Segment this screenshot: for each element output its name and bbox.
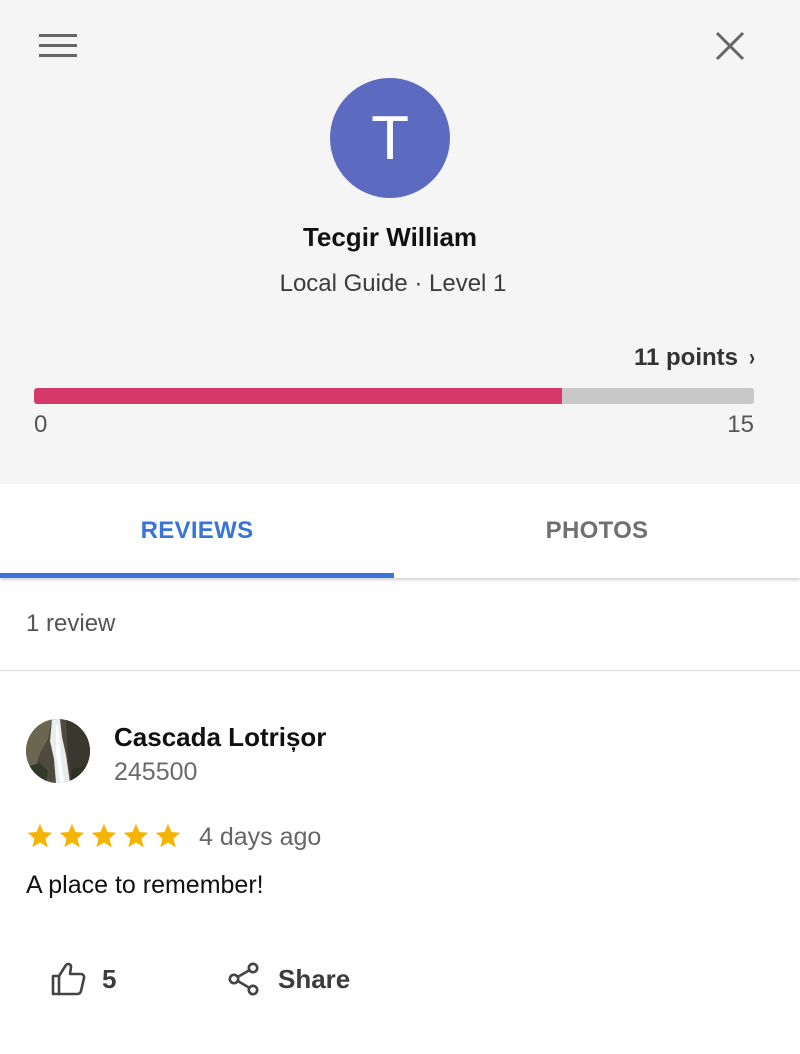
share-button[interactable]: Share — [228, 962, 350, 996]
tab-reviews-label: REVIEWS — [140, 517, 254, 544]
like-count: 5 — [102, 963, 117, 994]
star-icon — [91, 823, 117, 848]
points-progress-bar — [34, 388, 754, 404]
tab-reviews[interactable]: REVIEWS — [0, 484, 394, 578]
tab-photos-label: PHOTOS — [545, 517, 649, 544]
star-icon — [27, 823, 53, 848]
profile-header: T Tecgir William Local Guide · Level 1 1… — [0, 0, 800, 484]
tab-bar: REVIEWS PHOTOS — [0, 484, 800, 578]
place-thumbnail[interactable] — [26, 719, 90, 783]
tab-photos[interactable]: PHOTOS — [394, 484, 800, 578]
hamburger-menu-icon — [39, 34, 77, 57]
points-label: 11 points — [633, 344, 738, 371]
like-button[interactable]: 5 — [50, 962, 116, 996]
close-icon — [715, 31, 745, 61]
active-tab-indicator — [0, 573, 394, 578]
review-time: 4 days ago — [199, 823, 322, 851]
thumbs-up-icon — [51, 962, 86, 996]
progress-scale-min: 0 — [34, 411, 48, 438]
rating-stars — [26, 822, 182, 850]
chevron-right-icon: › — [749, 344, 755, 371]
profile-name: Tecgir William — [302, 222, 478, 252]
review-text: A place to remember! — [26, 871, 264, 899]
share-icon — [228, 962, 259, 996]
star-icon — [123, 823, 149, 848]
points-link[interactable]: 11 points › — [634, 344, 756, 372]
avatar: T — [330, 78, 450, 198]
share-label: Share — [278, 963, 351, 994]
profile-level: Local Guide · Level 1 — [279, 270, 507, 297]
place-postal-code: 245500 — [114, 758, 198, 786]
progress-scale-max: 15 — [727, 411, 754, 438]
review-count: 1 review — [26, 610, 116, 637]
star-icon — [59, 823, 85, 848]
avatar-initial: T — [371, 103, 409, 173]
menu-button[interactable] — [30, 28, 86, 66]
close-button[interactable] — [702, 18, 758, 74]
waterfall-image — [26, 719, 90, 783]
divider — [0, 670, 800, 671]
place-name[interactable]: Cascada Lotrișor — [114, 722, 326, 753]
star-icon — [155, 823, 181, 848]
points-progress-fill — [34, 388, 562, 404]
